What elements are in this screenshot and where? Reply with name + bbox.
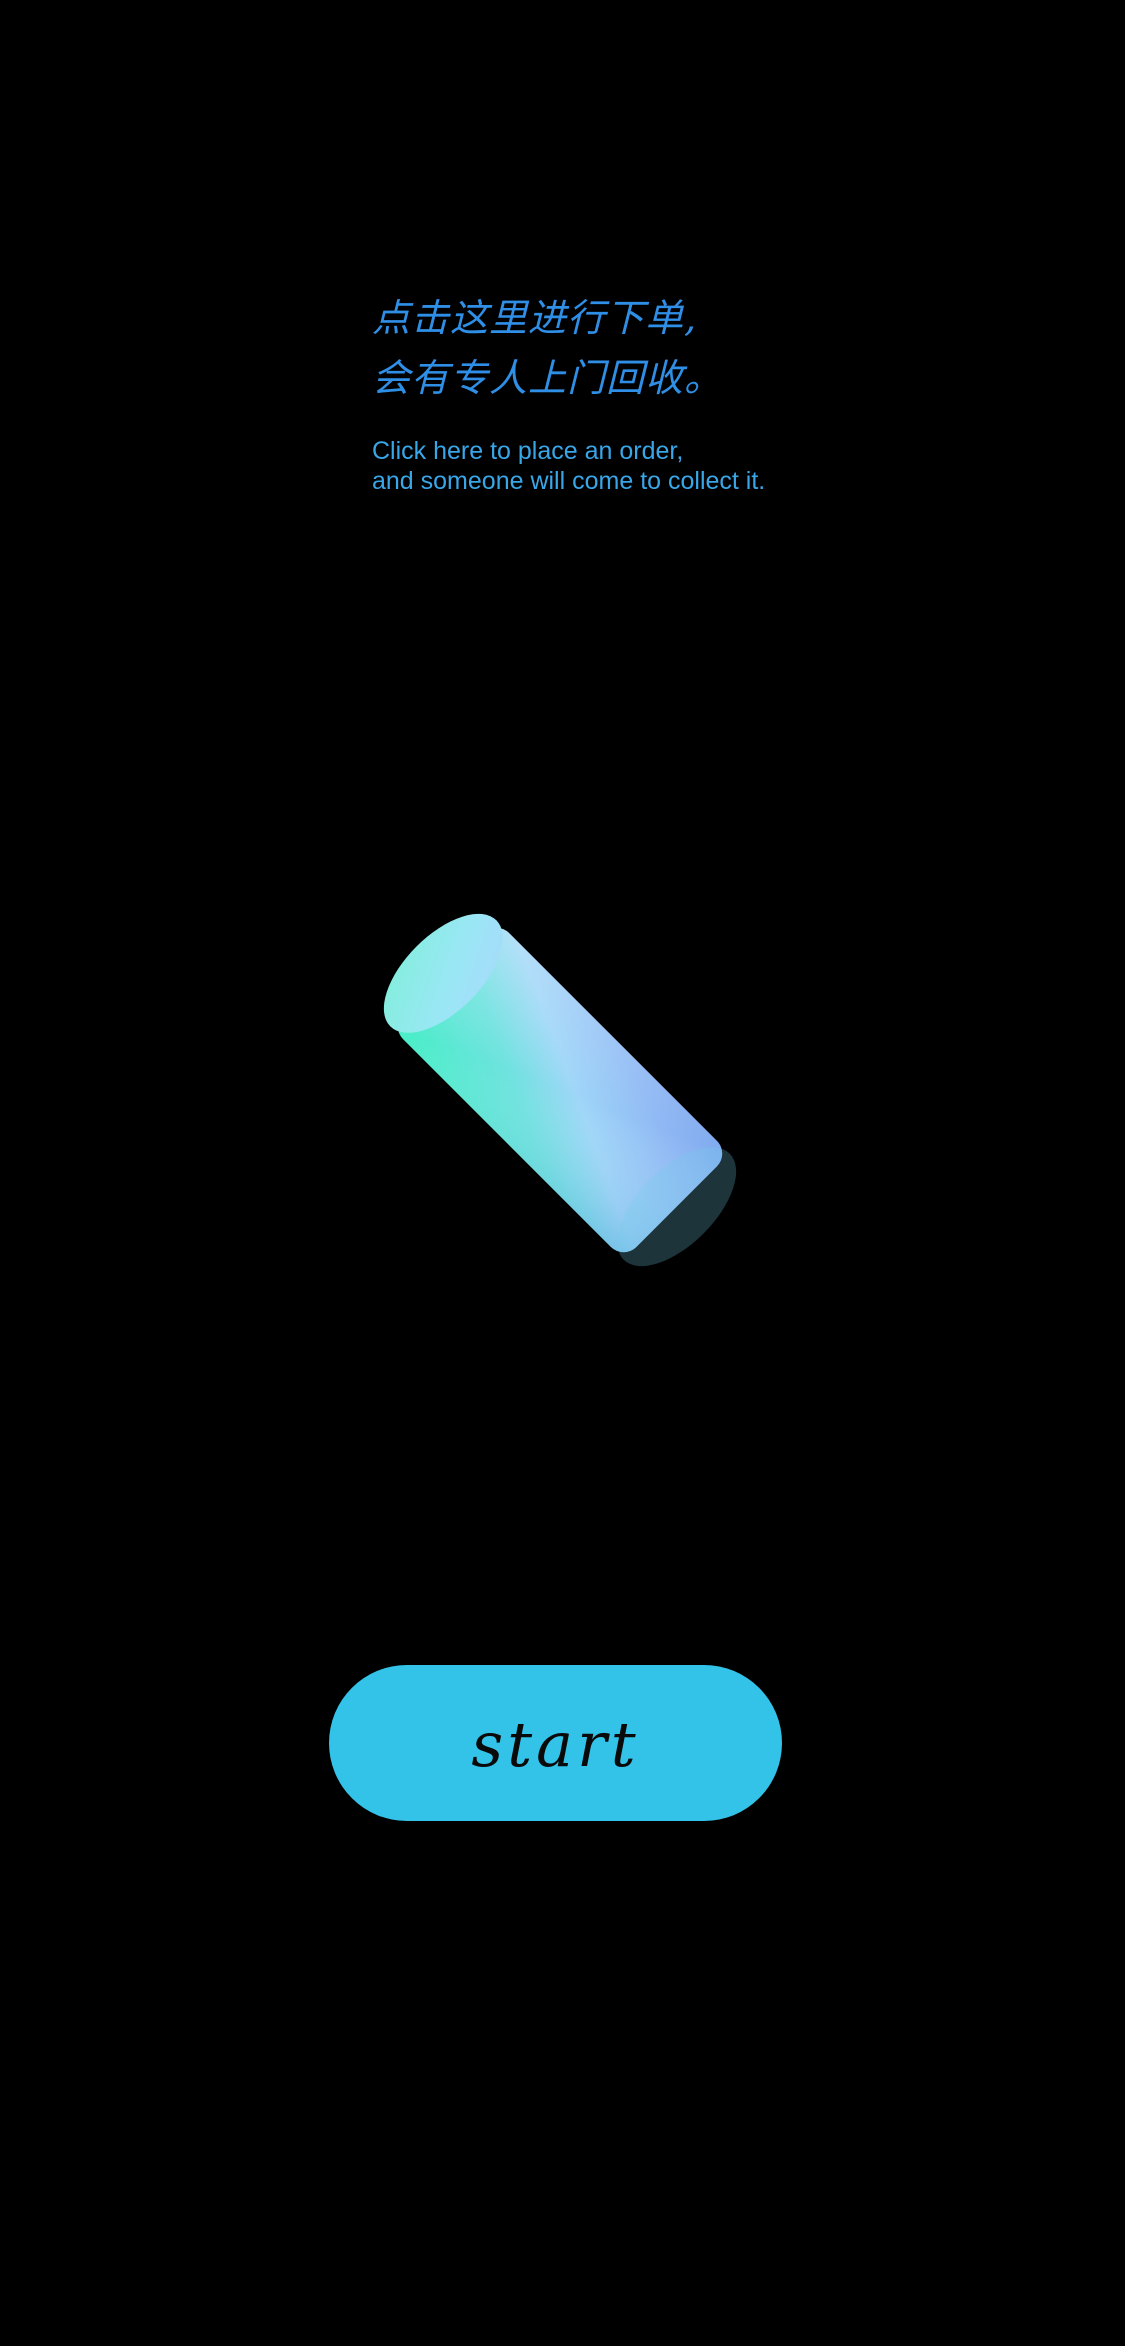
order-screen: 点击这里进行下单, 会有专人上门回收。 Click here to place …: [0, 0, 1125, 2346]
instruction-en-line-1[interactable]: Click here to place an order,: [372, 436, 892, 466]
instruction-zh-line-2[interactable]: 会有专人上门回收。: [372, 348, 892, 408]
instructions-block[interactable]: 点击这里进行下单, 会有专人上门回收。 Click here to place …: [372, 288, 892, 496]
instruction-en-block: Click here to place an order, and someon…: [372, 436, 892, 496]
cylinder-graphic: [383, 913, 737, 1267]
instruction-zh-line-1[interactable]: 点击这里进行下单,: [372, 288, 892, 348]
start-button[interactable]: start: [329, 1665, 782, 1821]
start-button-label: start: [471, 1708, 640, 1781]
instruction-en-line-2[interactable]: and someone will come to collect it.: [372, 466, 892, 496]
cylinder-3d-icon: [340, 880, 780, 1300]
